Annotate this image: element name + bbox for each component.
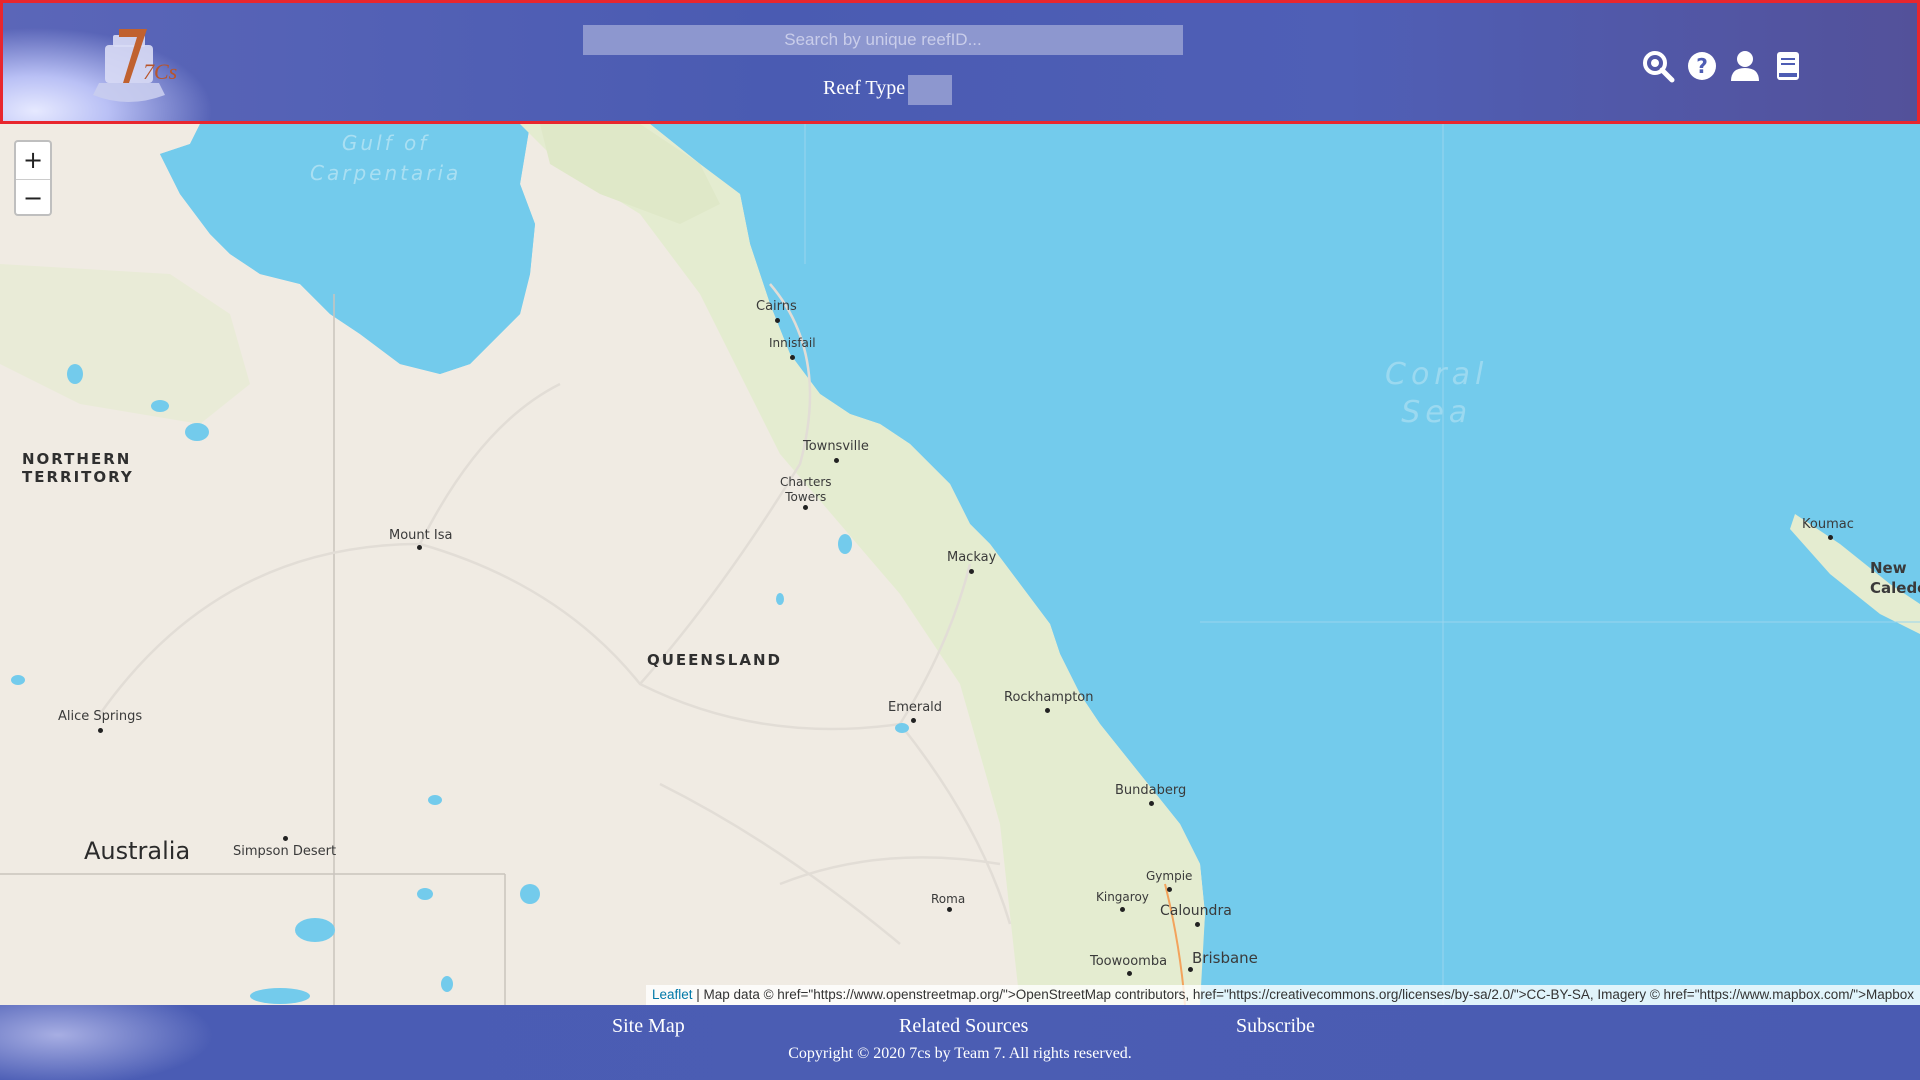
coral-sea-label: Coral Sea (1385, 357, 1489, 430)
user-icon[interactable] (1728, 49, 1762, 83)
attribution-text: | Map data © href="https://www.openstree… (692, 987, 1914, 1002)
city-label-mount-isa: Mount Isa (389, 528, 453, 543)
gulf-of-carpentaria-label: Gulf of Carpentaria (310, 131, 462, 185)
leaflet-link[interactable]: Leaflet (652, 987, 693, 1002)
lake (151, 400, 169, 412)
related-sources-link[interactable]: Related Sources (899, 1015, 1028, 1038)
city-marker (1120, 907, 1125, 912)
lake (776, 593, 784, 605)
city-marker (969, 569, 974, 574)
zoom-in-button[interactable]: + (16, 142, 50, 180)
city-label-bundaberg: Bundaberg (1115, 783, 1187, 798)
city-marker (1167, 887, 1172, 892)
city-label-caloundra: Caloundra (1160, 903, 1232, 919)
city-marker (1127, 971, 1132, 976)
reef-type-label: Reef Type (823, 77, 906, 99)
city-label-alice-springs: Alice Springs (58, 709, 143, 724)
search-icon[interactable] (1641, 49, 1675, 83)
city-label-mackay: Mackay (947, 550, 997, 565)
city-label-innisfail: Innisfail (769, 336, 816, 350)
city-marker (947, 907, 952, 912)
reef-type-select[interactable] (908, 75, 952, 105)
city-label-kingaroy: Kingaroy (1096, 890, 1149, 904)
map-zoom-control: + − (14, 140, 52, 216)
city-marker (911, 718, 916, 723)
lake (520, 884, 540, 904)
lake (428, 795, 442, 805)
city-marker (790, 355, 795, 360)
lake (295, 918, 335, 942)
city-label-emerald: Emerald (888, 700, 943, 715)
city-label-cairns: Cairns (756, 299, 797, 314)
city-label-brisbane: Brisbane (1192, 949, 1258, 967)
zoom-out-button[interactable]: − (16, 180, 50, 217)
city-label-rockhampton: Rockhampton (1004, 690, 1094, 705)
site-map-link[interactable]: Site Map (612, 1015, 685, 1038)
city-marker (98, 728, 103, 733)
lake (895, 723, 909, 733)
city-label-townsville: Townsville (803, 439, 869, 454)
city-marker (1828, 535, 1833, 540)
city-label-koumac: Koumac (1802, 517, 1854, 532)
city-marker (283, 836, 288, 841)
copyright-text: Copyright © 2020 7cs by Team 7. All righ… (788, 1045, 1132, 1062)
city-label-charters-towers: Charters Towers (780, 475, 832, 504)
lake (67, 364, 83, 384)
logo-text: 7Cs (143, 59, 177, 84)
lake (417, 888, 433, 900)
city-marker (1195, 922, 1200, 927)
help-icon[interactable]: ? (1685, 49, 1719, 83)
subscribe-link[interactable]: Subscribe (1236, 1015, 1315, 1038)
lake (838, 534, 852, 554)
city-marker (834, 458, 839, 463)
lake (185, 423, 209, 441)
site-footer: Site Map Related Sources Subscribe Copyr… (0, 1005, 1920, 1080)
northern-territory-label: NORTHERN TERRITORY (22, 450, 134, 486)
lake (441, 976, 453, 992)
city-label-gympie: Gympie (1146, 869, 1193, 883)
city-marker (1188, 967, 1193, 972)
book-icon[interactable] (1771, 49, 1805, 83)
queensland-label: QUEENSLAND (647, 651, 782, 669)
city-marker (1045, 708, 1050, 713)
map-attribution: Leaflet | Map data © href="https://www.o… (645, 985, 1920, 1005)
city-marker (1149, 801, 1154, 806)
lake (250, 988, 310, 1004)
site-logo[interactable]: 7Cs (73, 17, 183, 113)
footer-coral-background (0, 1005, 240, 1080)
place-label-simpson-desert: Simpson Desert (233, 844, 337, 859)
country-label-new-caledonia: New Caledo (1870, 559, 1920, 597)
city-label-roma: Roma (931, 892, 966, 906)
city-label-toowoomba: Toowoomba (1090, 954, 1168, 969)
svg-text:?: ? (1696, 54, 1708, 78)
australia-label: Australia (84, 837, 191, 865)
city-marker (803, 505, 808, 510)
reef-id-search-input[interactable] (583, 25, 1183, 55)
city-marker (417, 545, 422, 550)
site-header: 7Cs Reef Type ? (0, 0, 1920, 124)
city-marker (775, 318, 780, 323)
lake (11, 675, 25, 685)
reef-map[interactable]: + − Gulf of Carpentaria Coral Sea NORTHE… (0, 124, 1920, 1005)
